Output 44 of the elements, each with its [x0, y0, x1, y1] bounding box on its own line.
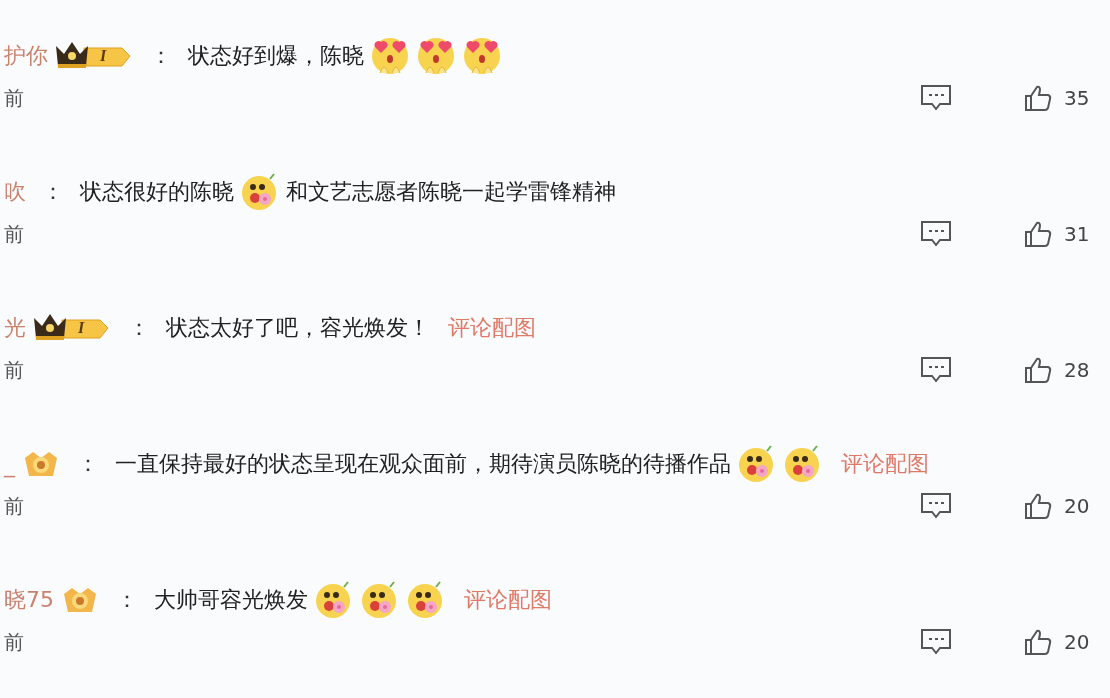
comment-text: 状态好到爆，陈晓: [188, 42, 364, 70]
colon: ：: [128, 314, 150, 342]
comment-time: 前: [4, 356, 25, 384]
colon: ：: [42, 178, 64, 206]
username[interactable]: 光: [4, 313, 26, 343]
username[interactable]: _: [4, 451, 15, 477]
like-count: 20: [1064, 494, 1091, 518]
colon: ：: [77, 450, 99, 478]
comment-image-link[interactable]: 评论配图: [448, 313, 536, 343]
thumbs-up-icon[interactable]: [1024, 220, 1052, 248]
comment-time: 前: [4, 84, 25, 112]
reply-icon[interactable]: [920, 84, 952, 112]
username[interactable]: 晓75: [4, 585, 54, 615]
comment-text: 状态很好的陈晓: [80, 178, 234, 206]
comment-time: 前: [4, 492, 25, 520]
thumbs-up-icon[interactable]: [1024, 356, 1052, 384]
level-badge: I: [54, 40, 134, 72]
comment-image-link[interactable]: 评论配图: [464, 585, 552, 615]
reply-icon[interactable]: [920, 628, 952, 656]
heart-eyes-emoji-icon: [462, 37, 502, 75]
level-badge: I: [32, 312, 112, 344]
comment-text: 和文艺志愿者陈晓一起学雷锋精神: [286, 178, 616, 206]
comment-text: 大帅哥容光焕发: [154, 586, 308, 614]
like-count: 31: [1064, 222, 1091, 246]
colon: ：: [116, 586, 138, 614]
like-count: 35: [1064, 86, 1091, 110]
colon: ：: [150, 42, 172, 70]
comment-text: 一直保持最好的状态呈现在观众面前，期待演员陈晓的待播作品: [115, 450, 731, 478]
username[interactable]: 吹: [4, 177, 26, 207]
like-count: 20: [1064, 630, 1091, 654]
comment-time: 前: [4, 220, 25, 248]
heart-eyes-emoji-icon: [416, 37, 456, 75]
thumbs-up-icon[interactable]: [1024, 492, 1052, 520]
like-count: 28: [1064, 358, 1091, 382]
username[interactable]: 护你: [4, 41, 48, 71]
comment-text: 状态太好了吧，容光焕发！: [166, 314, 430, 342]
comment-time: 前: [4, 628, 25, 656]
reply-icon[interactable]: [920, 220, 952, 248]
comment-image-link[interactable]: 评论配图: [841, 449, 929, 479]
reply-icon[interactable]: [920, 492, 952, 520]
heart-eyes-emoji-icon: [370, 37, 410, 75]
thumbs-up-icon[interactable]: [1024, 84, 1052, 112]
thumbs-up-icon[interactable]: [1024, 628, 1052, 656]
reply-icon[interactable]: [920, 356, 952, 384]
